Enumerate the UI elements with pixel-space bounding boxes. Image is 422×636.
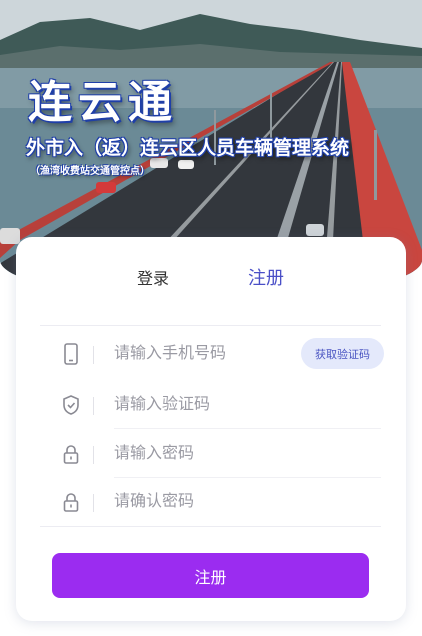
auth-tabs: 登录 注册 bbox=[16, 237, 406, 317]
system-subtitle: （渔湾收费站交通管控点） bbox=[30, 166, 150, 177]
field-separator bbox=[93, 346, 94, 364]
field-underline bbox=[114, 428, 381, 429]
password-field bbox=[40, 430, 381, 478]
field-separator bbox=[93, 494, 94, 512]
confirm-password-field bbox=[40, 478, 381, 526]
divider bbox=[40, 526, 381, 527]
password-input[interactable] bbox=[114, 439, 284, 469]
tab-register[interactable]: 注册 bbox=[248, 264, 284, 290]
shield-icon bbox=[60, 393, 82, 417]
brand-logo-text: 连云通 bbox=[28, 77, 178, 128]
get-code-button[interactable]: 获取验证码 bbox=[301, 338, 384, 369]
phone-input[interactable] bbox=[114, 339, 284, 369]
code-field bbox=[40, 381, 381, 429]
register-button[interactable]: 注册 bbox=[52, 553, 369, 598]
lock-icon bbox=[60, 490, 82, 514]
code-input[interactable] bbox=[114, 390, 284, 420]
register-card: 登录 注册 获取验证码 bbox=[16, 237, 406, 621]
tab-login[interactable]: 登录 bbox=[137, 265, 169, 289]
divider bbox=[40, 325, 381, 326]
field-separator bbox=[93, 397, 94, 415]
lock-icon bbox=[60, 442, 82, 466]
confirm-password-input[interactable] bbox=[114, 487, 284, 517]
phone-icon bbox=[60, 342, 82, 366]
field-separator bbox=[93, 446, 94, 464]
phone-field: 获取验证码 bbox=[40, 330, 384, 378]
system-title: 外市入（返）连云区人员车辆管理系统 bbox=[26, 137, 350, 159]
